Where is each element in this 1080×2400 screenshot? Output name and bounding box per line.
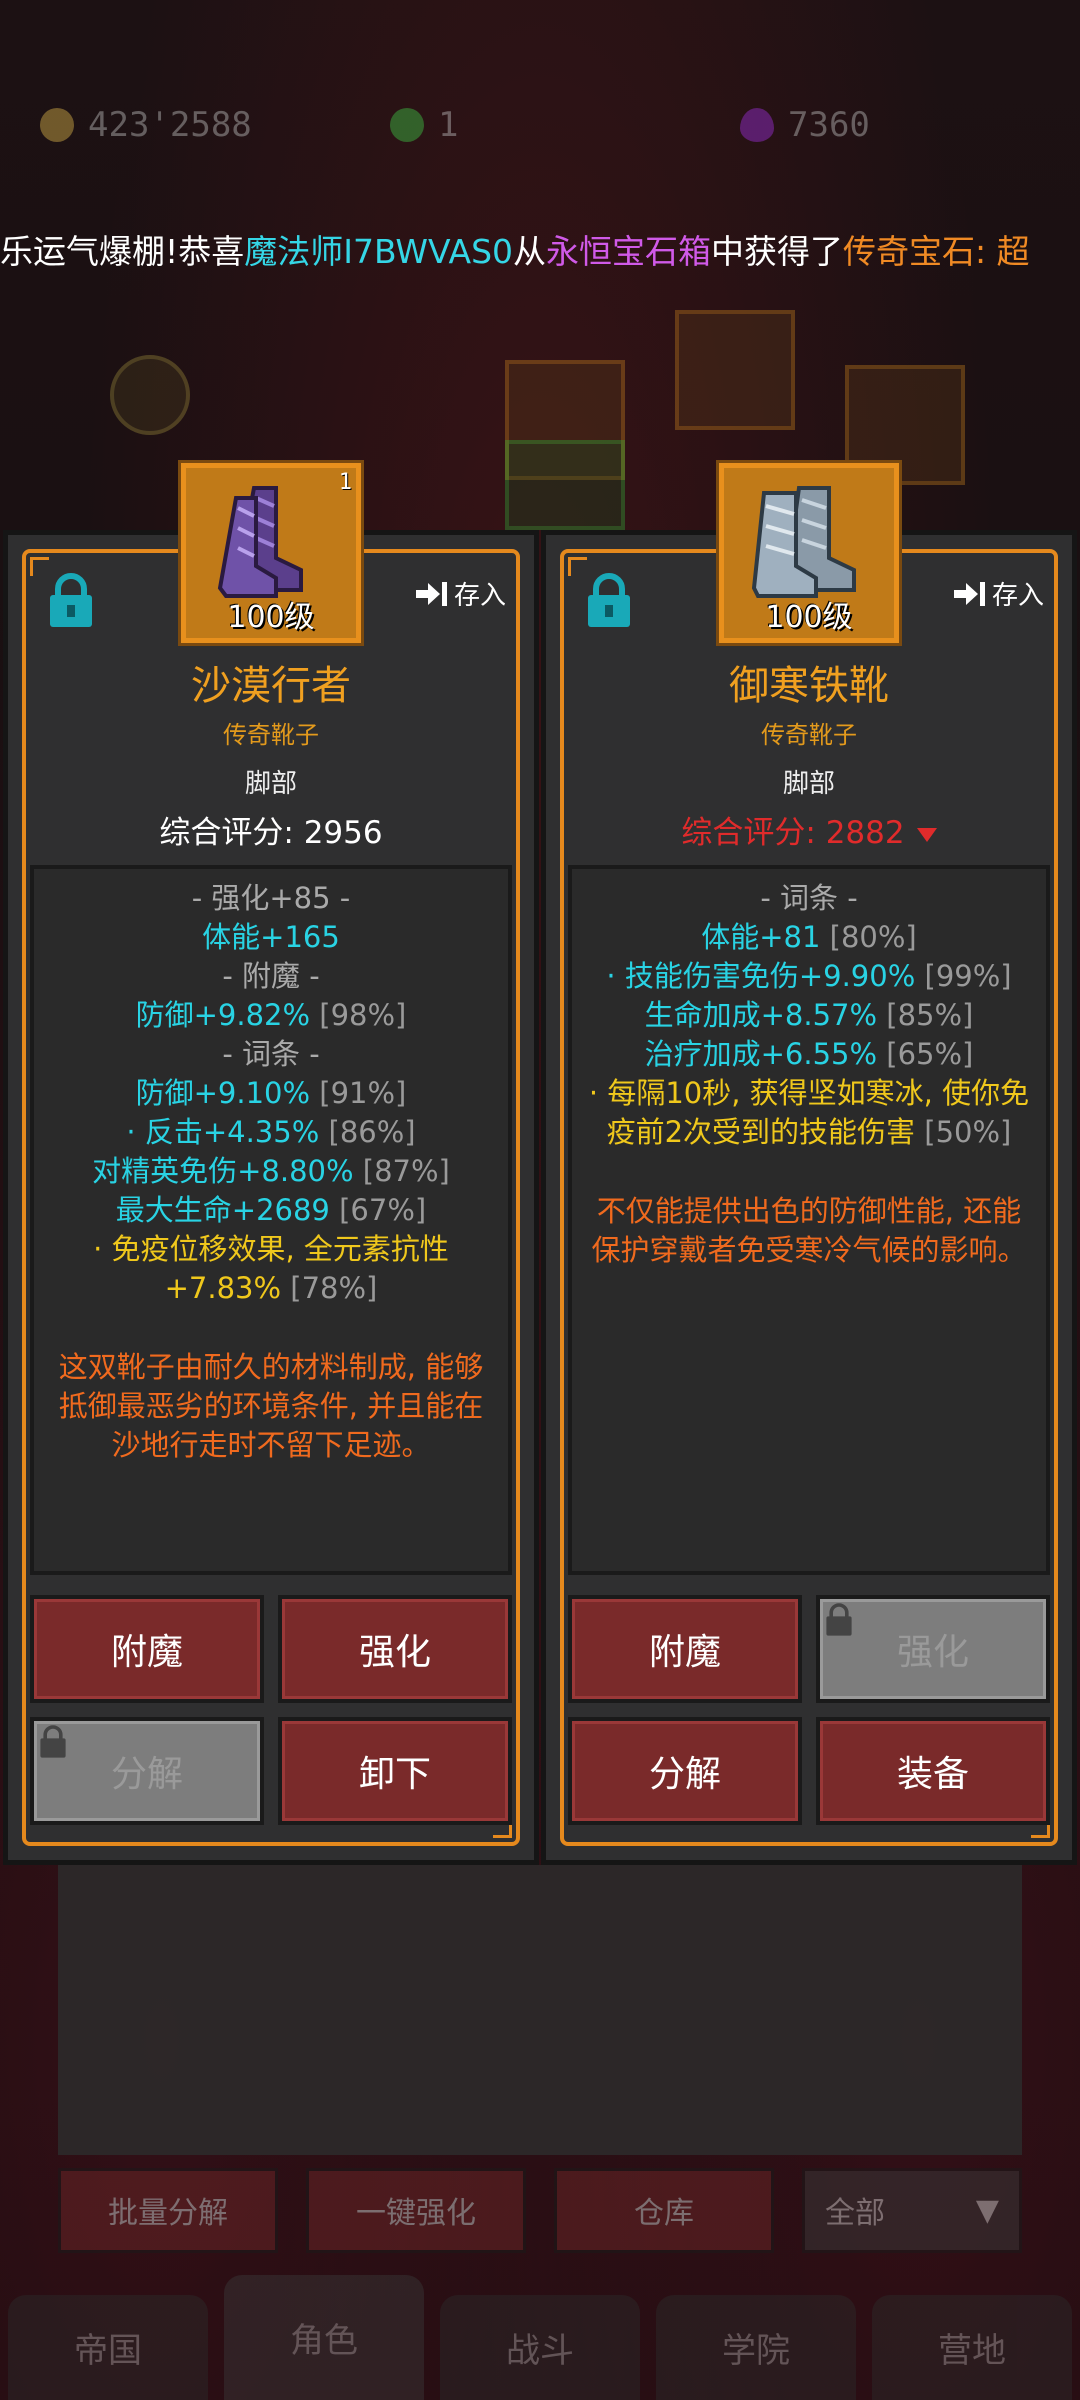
background-item-slot	[505, 440, 625, 530]
lock-icon	[40, 1725, 66, 1758]
store-label: 存入	[991, 581, 1044, 611]
item-icon-frame[interactable]: 1 100级	[181, 463, 361, 643]
store-label: 存入	[453, 581, 506, 611]
dismantle-button[interactable]: 分解	[30, 1717, 264, 1825]
item-score-text: 综合评分: 2882	[681, 815, 905, 851]
stat-line: · 反击+4.35% [86%]	[126, 1115, 416, 1149]
action-buttons: 附魔 强化 分解 卸下	[30, 1595, 512, 1825]
gold-amount: 423'2588	[88, 105, 252, 145]
purple-currency: 7360	[740, 105, 870, 145]
item-level: 100级	[227, 600, 315, 635]
stat-header: - 附魔 -	[222, 959, 320, 993]
ticker-reward: 传奇宝石: 超	[843, 232, 1030, 271]
stat-header: - 词条 -	[222, 1037, 320, 1071]
tab-camp[interactable]: 营地	[872, 2295, 1072, 2400]
stat-line-special: · 每隔10秒, 获得坚如寒冰, 使你免疫前2次受到的技能伤害 [50%]	[588, 1076, 1030, 1149]
item-rarity: 传奇靴子	[223, 721, 319, 749]
lock-icon[interactable]	[46, 573, 96, 629]
equip-button[interactable]: 装备	[816, 1717, 1050, 1825]
tab-academy[interactable]: 学院	[656, 2295, 856, 2400]
item-level: 100级	[765, 600, 853, 635]
green-amount: 1	[438, 105, 459, 145]
filter-select[interactable]: 全部 ▼	[802, 2167, 1022, 2253]
unequip-button[interactable]: 卸下	[278, 1717, 512, 1825]
filter-value: 全部	[825, 2196, 885, 2231]
tab-empire[interactable]: 帝国	[8, 2295, 208, 2400]
stat-line: 对精英免伤+8.80% [87%]	[92, 1154, 450, 1188]
background-helmet-icon	[110, 355, 190, 435]
ticker-text-1: 乐运气爆棚!恭喜	[0, 232, 245, 271]
equipped-item-panel: 存入 1 100级 沙漠行者 传奇靴子 脚部 综合评分: 2956 - 强化+8…	[3, 463, 539, 1865]
iron-boots-icon	[751, 486, 856, 598]
enchant-button[interactable]: 附魔	[30, 1595, 264, 1703]
stat-line: 防御+9.82% [98%]	[135, 998, 407, 1032]
boots-icon	[217, 486, 303, 598]
ticker-chest: 永恒宝石箱	[546, 232, 712, 271]
stat-header: - 强化+85 -	[191, 881, 351, 915]
stat-header: - 词条 -	[760, 881, 858, 915]
batch-dismantle-button[interactable]: 批量分解	[58, 2167, 278, 2253]
item-rarity: 传奇靴子	[761, 721, 857, 749]
enhance-label: 强化	[896, 1632, 969, 1673]
warehouse-button[interactable]: 仓库	[554, 2167, 774, 2253]
purple-crystal-icon	[740, 108, 774, 142]
dismantle-label: 分解	[110, 1754, 183, 1795]
enhance-button[interactable]: 强化	[278, 1595, 512, 1703]
stat-line: 治疗加成+6.55% [65%]	[644, 1037, 974, 1071]
item-count: 1	[338, 470, 352, 495]
dismantle-button[interactable]: 分解	[568, 1717, 802, 1825]
lock-icon[interactable]	[584, 573, 634, 629]
stat-line: 体能+81 [80%]	[701, 920, 917, 954]
currency-bar: 423'2588 1 7360	[40, 95, 1040, 155]
bottom-tab-bar: 帝国 角色 战斗 学院 营地	[0, 2275, 1080, 2400]
item-description: 不仅能提供出色的防御性能, 还能保护穿戴者免受寒冷气候的影响。	[591, 1194, 1027, 1267]
item-score: 综合评分: 2882	[546, 807, 1072, 852]
item-score: 综合评分: 2956	[159, 815, 383, 851]
enchant-button[interactable]: 附魔	[568, 1595, 802, 1703]
ticker-text-2: 从	[513, 232, 547, 271]
ticker-player: 魔法师I7BWVAS0	[244, 232, 514, 271]
gold-coin-icon	[40, 108, 74, 142]
stats-box: - 词条 - 体能+81 [80%] · 技能伤害免伤+9.90% [99%] …	[568, 865, 1050, 1575]
item-name: 沙漠行者	[191, 663, 351, 709]
stat-line-special: · 免疫位移效果, 全元素抗性+7.83% [78%]	[93, 1232, 449, 1305]
gold-currency: 423'2588	[40, 105, 390, 145]
inventory-actions: 批量分解 一键强化 仓库 全部 ▼	[58, 2165, 1022, 2255]
store-button[interactable]: 存入	[952, 575, 1044, 612]
green-currency: 1	[390, 105, 740, 145]
tab-character[interactable]: 角色	[224, 2275, 424, 2400]
action-buttons: 附魔 强化 分解 装备	[568, 1595, 1050, 1825]
lock-icon	[826, 1603, 852, 1636]
compare-item-panel: 存入 100级 御寒铁靴 传奇靴子 脚部 综合评分: 2882 - 词条 - 体…	[541, 463, 1077, 1865]
item-description: 这双靴子由耐久的材料制成, 能够抵御最恶劣的环境条件, 并且能在沙地行走时不留下…	[58, 1350, 484, 1462]
item-slot: 脚部	[244, 769, 297, 799]
store-button[interactable]: 存入	[414, 575, 506, 612]
item-icon-frame[interactable]: 100级	[719, 463, 899, 643]
tab-battle[interactable]: 战斗	[440, 2295, 640, 2400]
green-gem-icon	[390, 108, 424, 142]
enhance-button[interactable]: 强化	[816, 1595, 1050, 1703]
background-item-slot	[675, 310, 795, 430]
score-down-arrow-icon	[916, 827, 937, 842]
stat-line: 防御+9.10% [91%]	[135, 1076, 407, 1110]
chevron-down-icon: ▼	[975, 2192, 999, 2228]
announcement-ticker: 乐运气爆棚!恭喜魔法师I7BWVAS0从永恒宝石箱中获得了传奇宝石: 超	[0, 225, 1080, 281]
stat-line: 生命加成+8.57% [85%]	[644, 998, 974, 1032]
purple-amount: 7360	[788, 105, 870, 145]
store-arrow-icon	[415, 581, 447, 606]
item-slot: 脚部	[782, 769, 835, 799]
item-name: 御寒铁靴	[729, 663, 889, 709]
ticker-text-3: 中获得了	[711, 232, 844, 271]
one-click-enhance-button[interactable]: 一键强化	[306, 2167, 526, 2253]
inventory-grid-area	[58, 1865, 1022, 2155]
stat-line: 体能+165	[202, 920, 340, 954]
stats-box: - 强化+85 - 体能+165 - 附魔 - 防御+9.82% [98%] -…	[30, 865, 512, 1575]
stat-line: 最大生命+2689 [67%]	[115, 1193, 427, 1227]
stat-line: · 技能伤害免伤+9.90% [99%]	[606, 959, 1012, 993]
store-arrow-icon	[953, 581, 985, 606]
